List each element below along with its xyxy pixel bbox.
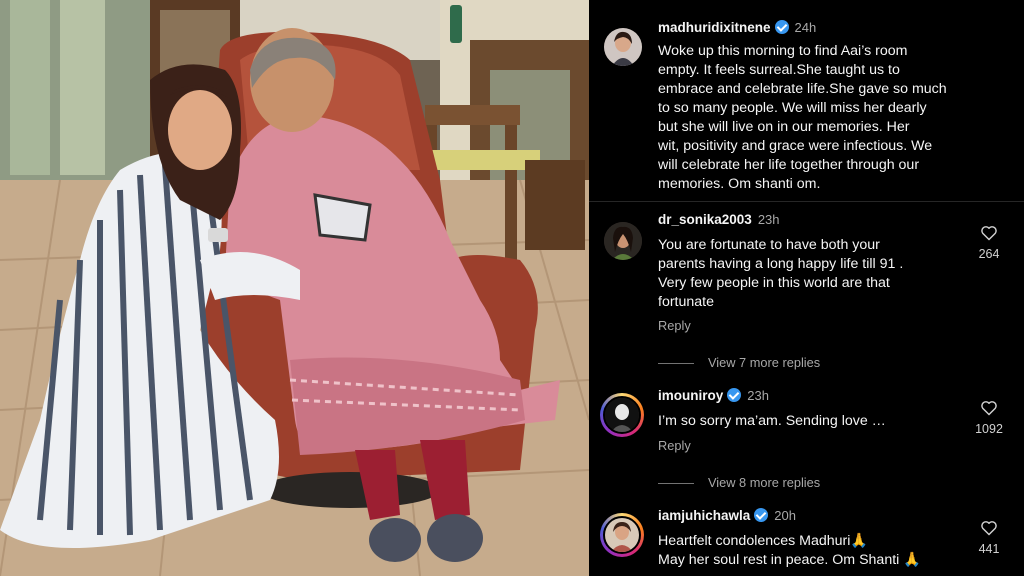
comment-username[interactable]: dr_sonika2003	[658, 212, 752, 227]
post-author-username[interactable]: madhuridixitnene	[658, 20, 771, 35]
comments-panel: madhuridixitnene 24h Woke up this morning…	[589, 0, 1024, 576]
like-comment-button[interactable]: 441	[969, 520, 1009, 556]
like-count: 264	[978, 247, 1000, 261]
comment-time: 23h	[757, 212, 780, 227]
comment-author[interactable]: dr_sonika2003 23h	[658, 212, 780, 227]
heart-outline-icon	[981, 521, 997, 536]
comment-text: Heartfelt condolences Madhuri🙏 May her s…	[658, 533, 921, 568]
reply-button[interactable]: Reply	[658, 438, 691, 453]
comment-text: You are fortunate to have both your pare…	[658, 237, 904, 310]
comment-avatar-dr-sonika2003[interactable]	[604, 222, 642, 260]
post-author-avatar[interactable]	[604, 28, 642, 66]
comment-avatar-imouniroy[interactable]	[600, 393, 644, 437]
reply-button[interactable]: Reply	[658, 318, 691, 333]
comment-avatar-iamjuhichawla[interactable]	[600, 513, 644, 557]
comment-username[interactable]: iamjuhichawla	[658, 508, 750, 523]
post-photo	[0, 0, 589, 576]
like-count: 441	[978, 542, 1000, 556]
post-time: 24h	[794, 20, 817, 35]
like-comment-button[interactable]: 264	[969, 225, 1009, 261]
thread-line	[658, 483, 694, 485]
comment-username[interactable]: imouniroy	[658, 388, 723, 403]
view-more-replies-label[interactable]: View 8 more replies	[708, 475, 820, 490]
comment-time: 23h	[747, 388, 769, 403]
comment-time: 20h	[774, 508, 796, 523]
post-author[interactable]: madhuridixitnene 24h	[658, 20, 816, 35]
view-more-replies[interactable]: View 7 more replies	[658, 355, 820, 370]
verified-badge-icon	[774, 20, 789, 34]
comment-author[interactable]: iamjuhichawla 20h	[658, 508, 796, 523]
verified-badge-icon	[754, 508, 769, 522]
photo-illustration	[0, 0, 589, 576]
comment-author[interactable]: imouniroy 23h	[658, 388, 769, 403]
view-more-replies[interactable]: View 8 more replies	[658, 475, 820, 490]
post-caption: Woke up this morning to find Aai’s room …	[658, 43, 947, 192]
divider	[589, 201, 1024, 202]
like-count: 1092	[975, 422, 1003, 436]
verified-badge-icon	[727, 388, 742, 402]
heart-outline-icon	[981, 401, 997, 416]
like-comment-button[interactable]: 1092	[965, 400, 1013, 436]
thread-line	[658, 363, 694, 365]
view-more-replies-label[interactable]: View 7 more replies	[708, 355, 820, 370]
comment-text: I’m so sorry ma’am. Sending love …	[658, 413, 886, 429]
heart-outline-icon	[981, 226, 997, 241]
